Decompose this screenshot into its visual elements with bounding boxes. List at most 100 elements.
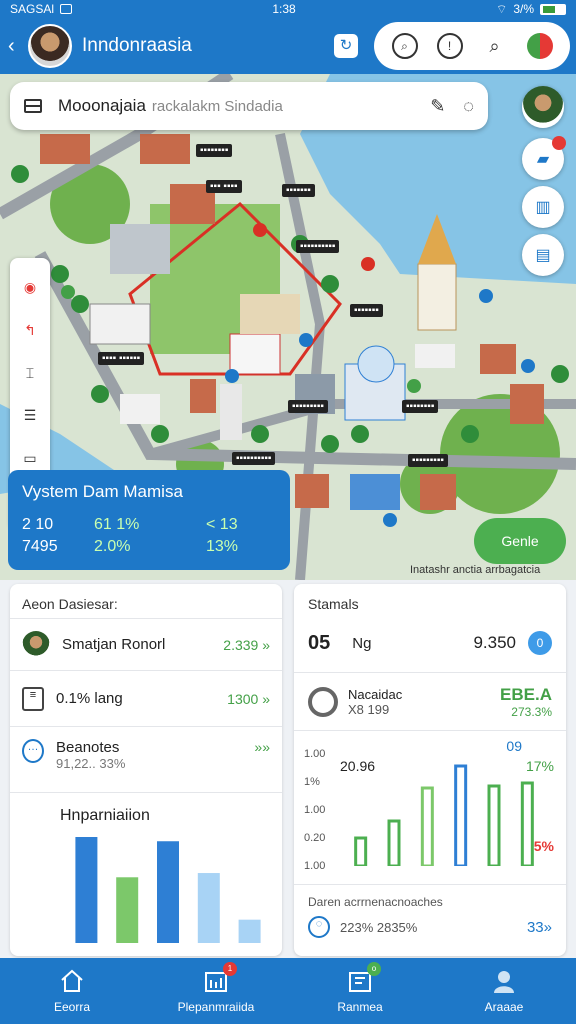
- footer-row: Daren acrrnenacnoaches: [294, 892, 566, 912]
- location-pin-icon[interactable]: ◉: [21, 279, 39, 295]
- stats-button[interactable]: ▤: [522, 234, 564, 276]
- nav-item-home[interactable]: Eeorra: [17, 968, 127, 1014]
- folder-icon[interactable]: ▭: [21, 450, 39, 466]
- search-icon[interactable]: ⌕: [391, 33, 418, 59]
- panel-title: Stamals: [308, 596, 359, 612]
- route-icon[interactable]: ↰: [21, 322, 39, 338]
- list-item[interactable]: … Beanotes 91,22.. 33% »»: [10, 726, 282, 792]
- nav-item-reports[interactable]: o Ranmea: [305, 962, 415, 1014]
- list-item[interactable]: Smatjan Ronorl 2.339 »: [10, 618, 282, 670]
- item-label: Smatjan Ronorl: [62, 636, 166, 653]
- chat-bubble-icon: …: [22, 739, 44, 763]
- left-panel: Aeon Dasiesar: Smatjan Ronorl 2.339 » ≡ …: [10, 584, 282, 956]
- stats-card-title: Vystem Dam Mamisa: [22, 482, 183, 501]
- stat-value: 2 10: [22, 516, 54, 533]
- map-view[interactable]: Mooonajaia rackalakm Sindadia ✎ ◌ ▰ ▥ ▤ …: [0, 74, 576, 580]
- stat-value: 7495: [22, 538, 58, 555]
- bench-icon[interactable]: ⌶: [21, 365, 39, 381]
- y-tick-label: 1.00: [304, 748, 326, 760]
- info-badge[interactable]: 0: [528, 631, 552, 655]
- chart-annotation: 09: [506, 738, 522, 754]
- footer-row[interactable]: ◌ 223% 2835% 33»: [294, 912, 566, 942]
- home-icon: [61, 969, 83, 992]
- bar: [487, 784, 501, 866]
- footer-text: Daren acrrnenacnoaches: [308, 895, 443, 909]
- y-tick-label: 1.00: [304, 804, 326, 816]
- bar: [238, 919, 261, 943]
- notification-icon: [60, 4, 73, 14]
- page-title: Inndonraasia: [82, 35, 192, 56]
- map-label[interactable]: ▪▪▪▪▪▪▪▪▪: [288, 400, 328, 413]
- battery-icon: [540, 3, 566, 15]
- metric-value-sub: 273.3%: [511, 705, 552, 719]
- metric-sub: X8 199: [348, 702, 390, 717]
- layers-button[interactable]: ▰: [522, 136, 566, 180]
- nav-item-profile[interactable]: Araaae: [449, 968, 559, 1014]
- notification-badge: [552, 136, 566, 150]
- sync-icon[interactable]: ↻: [334, 34, 358, 58]
- summary-big: 05: [308, 631, 331, 654]
- go-button[interactable]: Genle: [474, 518, 566, 564]
- metric-value: EBE.A: [500, 685, 552, 704]
- map-label[interactable]: ▪▪▪▪▪▪▪: [282, 184, 315, 197]
- y-tick-label: 1.00: [304, 860, 326, 872]
- item-label: 0.1% lang: [56, 690, 123, 707]
- map-stats-card[interactable]: Vystem Dam Mamisa 2 10 61 1% < 13 7495 2…: [8, 470, 290, 570]
- map-user-avatar[interactable]: [522, 86, 564, 128]
- map-label[interactable]: ▪▪▪▪▪▪▪▪▪: [408, 454, 448, 467]
- app-header: ‹ Inndonraasia ↻ ⌕ ! ⌕: [0, 18, 576, 74]
- avatar: [22, 630, 50, 659]
- flag-icon[interactable]: [526, 33, 553, 59]
- chat-icon[interactable]: ◌: [463, 96, 474, 117]
- list-item[interactable]: ≡ 0.1% lang 1300 »: [10, 670, 282, 726]
- search-icon[interactable]: ⌕: [482, 33, 508, 59]
- bar: [75, 837, 98, 943]
- carrier-text: SAGSAl: [10, 2, 55, 16]
- map-mode-button[interactable]: ▥: [522, 186, 564, 228]
- item-value: »»: [254, 739, 270, 755]
- map-label[interactable]: ▪▪▪▪▪▪▪▪: [196, 144, 233, 157]
- nav-item-planning[interactable]: 1 Plepanmraiida: [161, 962, 271, 1014]
- map-caption: Inatashr anctia arrbagatcia: [410, 564, 541, 576]
- map-label[interactable]: ▪▪▪ ▪▪▪▪: [206, 180, 242, 193]
- nav-label: Ranmea: [337, 1000, 383, 1014]
- battery-percent: 3/%: [513, 2, 534, 16]
- bar: [116, 877, 139, 943]
- user-icon: [494, 971, 514, 993]
- info-icon[interactable]: !: [436, 33, 463, 59]
- item-value: 2.339 »: [223, 636, 270, 653]
- map-label[interactable]: ▪▪▪▪▪▪▪: [350, 304, 383, 317]
- back-arrow-icon[interactable]: ‹: [8, 35, 28, 58]
- divider: [294, 884, 566, 885]
- microphone-icon[interactable]: ✎: [430, 96, 445, 117]
- right-panel: Stamals 05 Ng 9.350 0 Nacaidac X8 199 EB…: [294, 584, 566, 956]
- bar: [454, 764, 468, 866]
- bar: [420, 786, 434, 866]
- map-label[interactable]: ▪▪▪▪ ▪▪▪▪▪▪: [98, 352, 145, 365]
- map-label[interactable]: ▪▪▪▪▪▪▪▪: [402, 400, 439, 413]
- layers-icon: ▰: [536, 151, 550, 168]
- right-chart-area: 1.00 1% 1.00 0.20 1.00 20.96 09 17% 55%: [304, 738, 556, 878]
- search-subtitle: rackalakm Sindadia: [151, 97, 283, 115]
- list-icon[interactable]: [24, 99, 42, 113]
- y-tick-label: 1%: [304, 776, 320, 788]
- bar: [157, 841, 179, 943]
- nav-label: Plepanmraiida: [177, 1000, 255, 1014]
- document-icon[interactable]: ☰: [21, 407, 39, 423]
- bar: [197, 873, 220, 943]
- chart-icon: ▤: [535, 247, 551, 264]
- summary-row[interactable]: 05 Ng 9.350 0: [294, 628, 566, 658]
- item-value: 1300 »: [227, 690, 270, 707]
- summary-value: 9.350: [473, 633, 516, 652]
- footer-value: 33»: [526, 918, 552, 936]
- metric-row[interactable]: Nacaidac X8 199 EBE.A 273.3%: [294, 680, 566, 724]
- profile-avatar[interactable]: [28, 24, 72, 68]
- stat-value: 13%: [206, 538, 239, 555]
- bar: [520, 781, 534, 866]
- stat-value: < 13: [206, 516, 238, 533]
- map-label[interactable]: ▪▪▪▪▪▪▪▪▪▪: [296, 240, 340, 253]
- map-search-bar[interactable]: Mooonajaia rackalakm Sindadia ✎ ◌: [10, 82, 488, 130]
- search-title: Mooonajaia: [58, 96, 146, 115]
- bottom-nav: Eeorra 1 Plepanmraiida o Ranmea Araaae: [0, 958, 576, 1024]
- map-label[interactable]: ▪▪▪▪▪▪▪▪▪▪: [232, 452, 276, 465]
